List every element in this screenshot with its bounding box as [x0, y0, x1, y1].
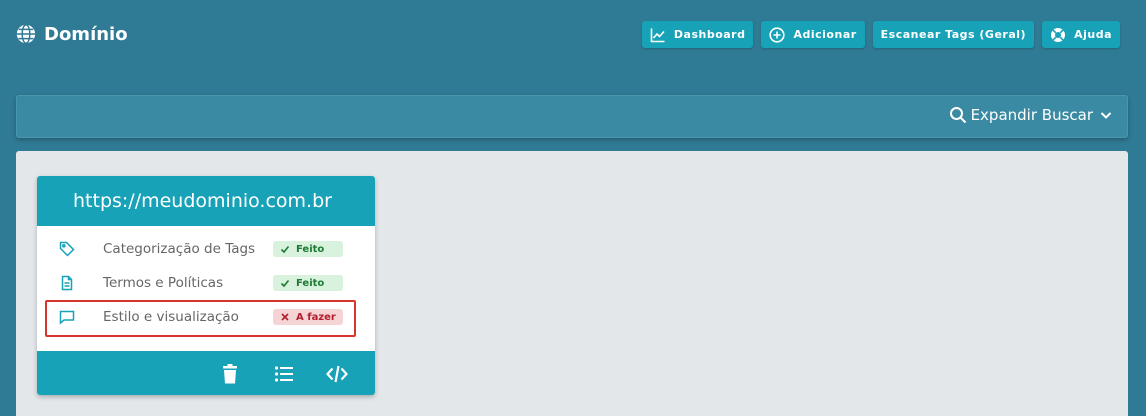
dashboard-button[interactable]: Dashboard — [641, 21, 754, 48]
expand-search-toggle[interactable]: Expandir Buscar — [949, 106, 1113, 124]
add-button[interactable]: Adicionar — [761, 21, 865, 48]
header-actions: Dashboard Adicionar Escanear Tags (Geral… — [634, 21, 1120, 48]
task-item-tags[interactable]: Categorização de Tags Feito — [37, 232, 375, 266]
status-badge-todo: A fazer — [273, 309, 343, 325]
brand: Domínio — [15, 23, 128, 45]
domain-card: https://meudominio.com.br Categorização … — [37, 176, 375, 395]
task-item-terms[interactable]: Termos e Políticas Feito — [37, 266, 375, 300]
check-icon — [280, 245, 290, 254]
task-label: Termos e Políticas — [103, 275, 224, 291]
document-icon — [61, 275, 73, 291]
search-icon — [949, 107, 966, 124]
status-badge-done: Feito — [273, 275, 343, 291]
tag-icon — [59, 241, 75, 257]
task-item-style[interactable]: Estilo e visualização A fazer — [37, 300, 375, 334]
close-icon — [281, 313, 289, 321]
check-icon — [280, 279, 290, 288]
help-button[interactable]: Ajuda — [1042, 21, 1120, 48]
search-panel: Expandir Buscar — [16, 95, 1128, 138]
top-bar: Domínio Dashboard Adicionar Escanear Tag… — [0, 0, 1146, 72]
page-title: Domínio — [44, 23, 128, 45]
chart-line-icon — [650, 28, 665, 42]
task-label: Estilo e visualização — [103, 309, 239, 325]
code-icon[interactable] — [326, 363, 348, 385]
list-icon[interactable] — [273, 363, 295, 385]
scan-tags-button[interactable]: Escanear Tags (Geral) — [872, 21, 1035, 48]
globe-icon — [16, 24, 36, 44]
chevron-down-icon — [1100, 112, 1112, 119]
chat-icon — [59, 310, 75, 325]
expand-search-label: Expandir Buscar — [970, 106, 1093, 124]
domain-url: https://meudominio.com.br — [37, 176, 375, 226]
plus-circle-icon — [769, 26, 786, 43]
trash-icon[interactable] — [219, 363, 241, 385]
card-footer — [37, 351, 375, 395]
task-label: Categorização de Tags — [103, 241, 256, 257]
lifebuoy-icon — [1051, 27, 1066, 42]
content-area: https://meudominio.com.br Categorização … — [16, 151, 1128, 416]
status-badge-done: Feito — [273, 241, 343, 257]
